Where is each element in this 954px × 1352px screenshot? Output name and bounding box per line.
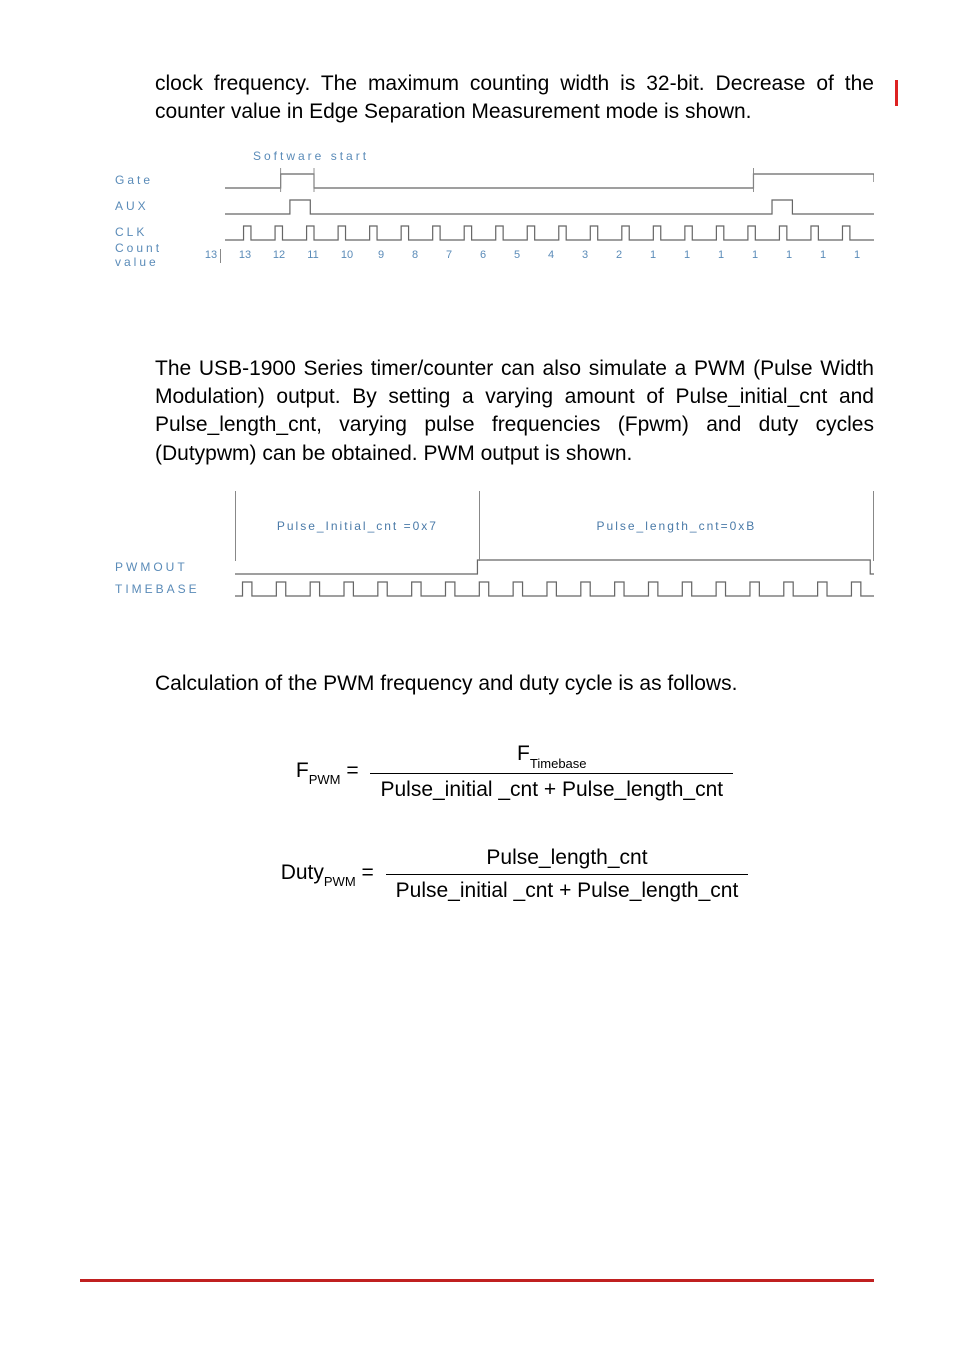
count-val: 5 [500, 249, 534, 261]
count-val: 7 [432, 249, 466, 261]
page: clock frequency. The maximum counting wi… [0, 0, 954, 943]
formulas: FPWM = FTimebase Pulse_initial _cnt + Pu… [155, 742, 874, 902]
count-val: 1 [636, 249, 670, 261]
formula-dutypwm: DutyPWM = Pulse_length_cnt Pulse_initial… [281, 846, 749, 903]
timing-diagram-pwm: Pulse_Initial_cnt =0x7 Pulse_length_cnt=… [115, 496, 874, 600]
f1-lhs-sub: PWM [309, 772, 341, 787]
paragraph-3: Calculation of the PWM frequency and dut… [155, 670, 874, 698]
diag2-row-label-pwmout: PWMOUT [115, 560, 235, 574]
count-val: 1 [772, 249, 806, 261]
f2-lhs-main: Duty [281, 861, 324, 884]
diag2-seg-length: Pulse_length_cnt=0xB [480, 519, 873, 533]
diag1-row-label-clk: CLK [115, 225, 225, 239]
content-column: clock frequency. The maximum counting wi… [155, 70, 874, 903]
count-val: 2 [602, 249, 636, 261]
count-val: 3 [568, 249, 602, 261]
diag2-row-label-timebase: TIMEBASE [115, 582, 235, 596]
diag2-divider [873, 491, 874, 561]
paragraph-2: The USB-1900 Series timer/counter can al… [155, 355, 874, 468]
pwmout-waveform [235, 556, 874, 578]
count-val: 1 [840, 249, 874, 261]
count-val: 1 [806, 249, 840, 261]
f1-den: Pulse_initial _cnt + Pulse_length_cnt [370, 773, 733, 802]
count-val: 13 [228, 249, 262, 261]
count-val: 1 [670, 249, 704, 261]
text-cursor [895, 80, 898, 106]
f1-lhs-main: F [296, 759, 309, 782]
f2-den: Pulse_initial _cnt + Pulse_length_cnt [386, 874, 749, 903]
count-val: 11 [296, 249, 330, 261]
count-val: 1 [738, 249, 772, 261]
count-val: 1 [704, 249, 738, 261]
formula-fpwm: FPWM = FTimebase Pulse_initial _cnt + Pu… [296, 742, 733, 801]
timebase-waveform [235, 578, 874, 600]
timing-diagram-edge-separation: Software start Gate AUX CLK [115, 149, 874, 265]
clk-waveform [225, 220, 874, 244]
f1-num-sub: Timebase [530, 756, 587, 771]
count-val: 13 [194, 249, 228, 261]
count-val: 8 [398, 249, 432, 261]
diag2-seg-initial: Pulse_Initial_cnt =0x7 [236, 519, 479, 533]
paragraph-1: clock frequency. The maximum counting wi… [155, 70, 874, 127]
gate-waveform [225, 168, 874, 192]
f1-num-main: F [517, 742, 530, 765]
diag1-row-label-aux: AUX [115, 199, 225, 213]
f2-lhs-sub: PWM [324, 874, 356, 889]
f2-num: Pulse_length_cnt [386, 846, 749, 874]
count-val: 10 [330, 249, 364, 261]
count-val: 6 [466, 249, 500, 261]
aux-waveform [225, 194, 874, 218]
diag1-row-label-count: Count value [115, 241, 194, 269]
diag1-row-label-gate: Gate [115, 173, 225, 187]
footer-rule [80, 1279, 874, 1282]
count-val: 9 [364, 249, 398, 261]
count-val: 12 [262, 249, 296, 261]
count-val: 4 [534, 249, 568, 261]
diag1-software-start-label: Software start [253, 149, 874, 163]
